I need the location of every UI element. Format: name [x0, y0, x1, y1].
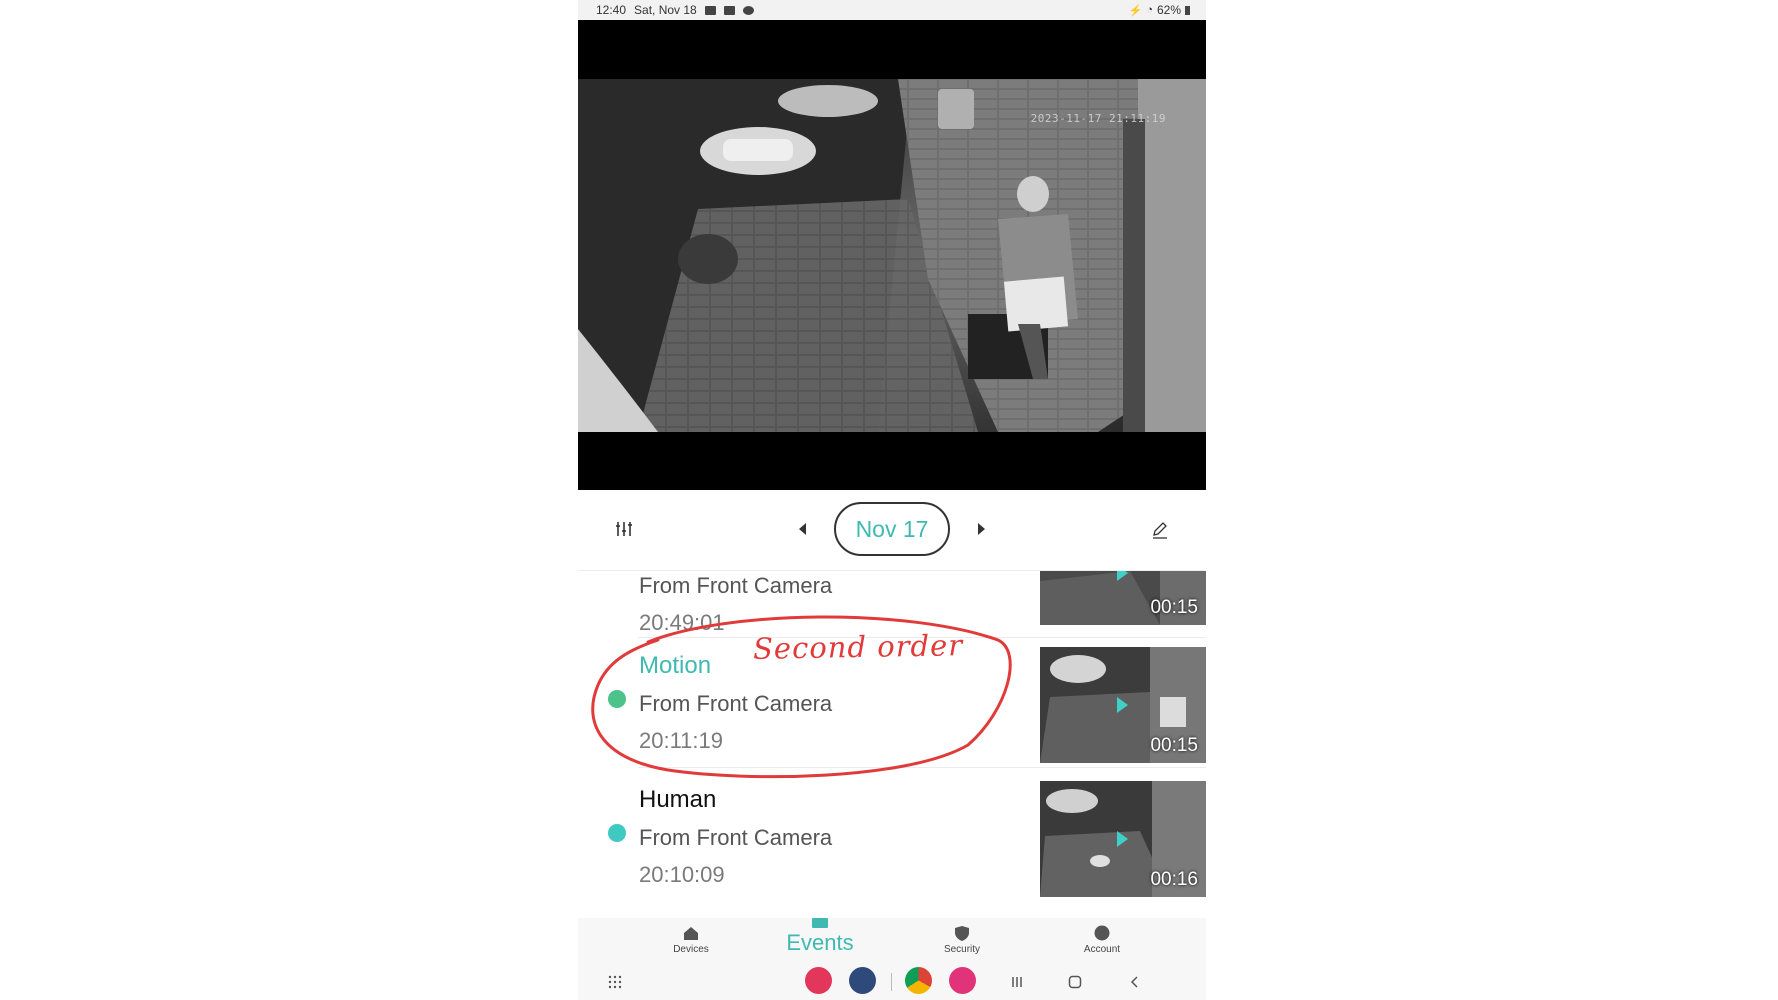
human-event-icon: [608, 824, 626, 842]
event-time: 20:11:19: [639, 728, 724, 753]
signal-icon: ◔: [1146, 4, 1153, 16]
camera-feed-image: [578, 79, 1206, 432]
clip-duration: 00:15: [1150, 597, 1198, 618]
event-source: From Front Camera: [639, 825, 833, 850]
chrome-app-icon[interactable]: [905, 967, 932, 994]
phone-screen: 12:40 Sat, Nov 18 ⚡ ◔ 62% 2023-11-17 21:…: [578, 0, 1206, 1000]
dock-divider: [891, 973, 892, 991]
nav-events[interactable]: Events: [780, 918, 860, 970]
event-source: From Front Camera: [639, 691, 833, 716]
shield-icon: [955, 926, 969, 941]
battery-icon: [1185, 5, 1190, 15]
events-list[interactable]: From Front Camera 20:49:01 00:15 Motion …: [578, 571, 1206, 918]
play-icon: [1117, 571, 1128, 581]
previous-day-arrow-icon[interactable]: [799, 523, 806, 535]
motion-event-icon: [608, 690, 626, 708]
settings-app-icon[interactable]: [849, 967, 876, 994]
event-thumbnail[interactable]: 00:15: [1040, 647, 1206, 763]
clip-duration: 00:15: [1150, 735, 1198, 756]
edit-icon[interactable]: [1150, 520, 1170, 540]
filter-icon[interactable]: [614, 520, 634, 538]
system-navigation-bar: [578, 967, 1206, 1000]
video-player[interactable]: 2023-11-17 21:11:19: [578, 20, 1206, 490]
account-icon: [1094, 925, 1110, 941]
app-drawer-icon[interactable]: [608, 975, 622, 989]
nav-events-label: Events: [786, 930, 854, 955]
event-item-human[interactable]: Human From Front Camera 20:10:09 00:16: [578, 773, 1206, 909]
clock: 12:40: [596, 3, 627, 17]
next-day-arrow-icon[interactable]: [978, 523, 985, 535]
date-selector[interactable]: Nov 17: [834, 502, 950, 556]
event-item[interactable]: From Front Camera 20:49:01 00:15: [578, 571, 1206, 635]
play-icon: [1117, 697, 1128, 713]
event-type: Human: [639, 786, 717, 813]
event-time: 20:10:09: [639, 862, 725, 887]
event-type: Motion: [639, 652, 712, 679]
video-timestamp: 2023-11-17 21:11:19: [1030, 112, 1166, 125]
event-source: From Front Camera: [639, 573, 833, 598]
battery-level: 62%: [1156, 3, 1181, 17]
home-button-icon[interactable]: [1068, 975, 1082, 989]
app-notification-icon: [742, 5, 754, 15]
bottom-navigation: Devices Events Security Account: [578, 918, 1206, 970]
nav-devices-label: Devices: [673, 944, 709, 955]
nav-account[interactable]: Account: [1072, 918, 1132, 970]
divider: [638, 767, 1206, 768]
nav-devices[interactable]: Devices: [660, 918, 722, 970]
back-button-icon[interactable]: [1128, 975, 1142, 989]
mail-notification-icon: [704, 5, 716, 15]
message-notification-icon: [723, 5, 735, 15]
flower-app-icon[interactable]: [949, 967, 976, 994]
wifi-icon: ⚡: [1128, 4, 1143, 17]
events-icon: [812, 918, 828, 928]
annotation-text: Second order: [752, 628, 964, 666]
recent-apps-icon[interactable]: [1010, 975, 1024, 989]
home-icon: [684, 927, 698, 940]
event-thumbnail[interactable]: 00:15: [1040, 571, 1206, 625]
nav-security-label: Security: [943, 944, 981, 955]
nav-security[interactable]: Security: [932, 918, 992, 970]
play-icon: [1117, 831, 1128, 847]
nav-account-label: Account: [1083, 944, 1121, 955]
clip-duration: 00:16: [1150, 869, 1198, 890]
date-navigation-bar: Nov 17: [578, 490, 1206, 571]
event-thumbnail[interactable]: 00:16: [1040, 781, 1206, 897]
status-bar: 12:40 Sat, Nov 18 ⚡ ◔ 62%: [578, 0, 1206, 20]
event-time: 20:49:01: [639, 610, 725, 635]
camera-app-icon[interactable]: [805, 967, 832, 994]
status-date: Sat, Nov 18: [634, 3, 697, 17]
